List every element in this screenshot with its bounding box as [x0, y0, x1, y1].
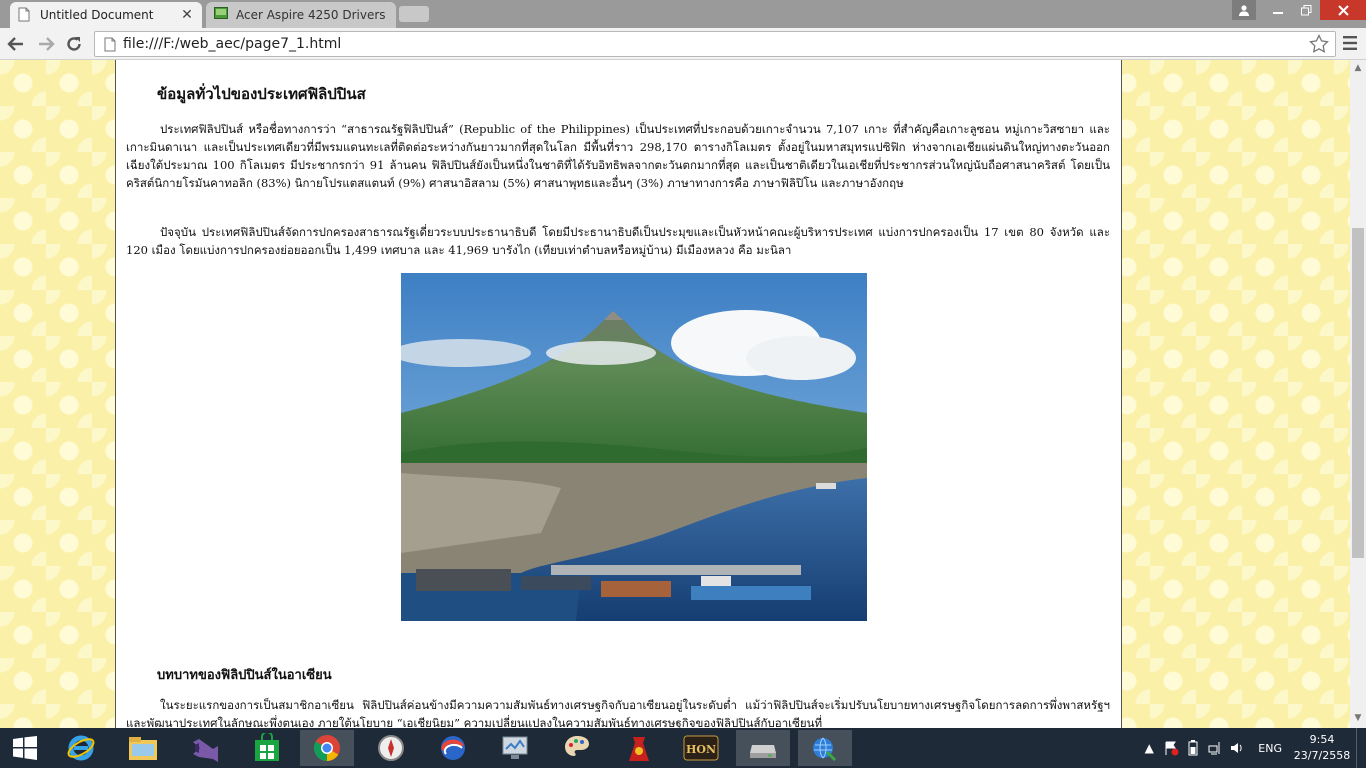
window-controls — [1232, 0, 1366, 22]
removable-drive-icon[interactable] — [736, 730, 790, 766]
bookmark-star-icon[interactable] — [1309, 34, 1329, 54]
monitor-app-icon[interactable] — [488, 730, 542, 766]
web-viewport: ข้อมูลทั่วไปของประเทศฟิลิปปินส ประเทศฟิล… — [0, 60, 1366, 728]
compass-app-icon[interactable] — [364, 730, 418, 766]
hon-game-icon[interactable]: HON — [674, 730, 728, 766]
power-icon[interactable] — [1182, 728, 1204, 768]
svg-text:HON: HON — [686, 743, 716, 756]
close-tab-icon[interactable]: ✕ — [180, 7, 194, 23]
network-app-icon[interactable] — [798, 730, 852, 766]
clock[interactable]: 9:54 23/7/2558 — [1292, 732, 1352, 764]
back-arrow-icon — [7, 37, 23, 51]
page-icon — [99, 34, 121, 54]
clock-time: 9:54 — [1309, 733, 1335, 746]
tab-acer-drivers[interactable]: Acer Aspire 4250 Drivers D — [206, 2, 396, 28]
clock-date: 23/7/2558 — [1293, 749, 1351, 762]
show-hidden-icons-icon[interactable]: ▲ — [1138, 728, 1160, 768]
reload-icon — [67, 37, 81, 51]
system-tray: ▲ ENG 9:54 23/7/2558 — [1138, 728, 1366, 768]
network-status-icon[interactable] — [1204, 728, 1226, 768]
tab-strip: Untitled Document ✕ Acer Aspire 4250 Dri… — [0, 0, 1366, 28]
store-icon[interactable] — [240, 730, 294, 766]
forward-button[interactable] — [34, 32, 58, 56]
page-content: ข้อมูลทั่วไปของประเทศฟิลิปปินส ประเทศฟิล… — [115, 60, 1122, 728]
new-tab-button[interactable] — [399, 6, 429, 22]
browser-toolbar: file:///F:/web_aec/page7_1.html — [0, 28, 1366, 60]
show-desktop-button[interactable] — [1356, 728, 1366, 768]
tab-title: Untitled Document — [40, 8, 154, 22]
address-text: file:///F:/web_aec/page7_1.html — [123, 36, 342, 52]
scrollbar-thumb[interactable] — [1352, 228, 1364, 558]
heading-general-info: ข้อมูลทั่วไปของประเทศฟิลิปปินส — [157, 85, 366, 103]
file-explorer-icon[interactable] — [116, 730, 170, 766]
paragraph-government: ปัจจุบัน ประเทศฟิลิปปินส์จัดการปกครองสาธ… — [126, 225, 1110, 257]
taskbar: HON ▲ ENG 9:54 23/7/2558 — [0, 728, 1366, 768]
heading-asean-role: บทบาทของฟิลิปปินส์ในอาเซียน — [157, 668, 332, 683]
back-button[interactable] — [4, 32, 28, 56]
paint-app-icon[interactable] — [550, 730, 604, 766]
scroll-up-arrow-icon[interactable]: ▲ — [1353, 64, 1363, 73]
tab-title: Acer Aspire 4250 Drivers D — [236, 8, 388, 22]
mayon-volcano-photo — [401, 273, 867, 621]
windows-logo-icon — [13, 736, 37, 760]
tab-untitled-document[interactable]: Untitled Document ✕ — [10, 2, 202, 28]
scroll-down-arrow-icon[interactable]: ▼ — [1353, 714, 1363, 723]
image-icon — [214, 7, 228, 23]
windows-start-button[interactable] — [0, 730, 50, 766]
address-bar[interactable]: file:///F:/web_aec/page7_1.html — [94, 31, 1336, 57]
minimize-button[interactable] — [1264, 0, 1292, 20]
red-app-icon[interactable] — [612, 730, 666, 766]
close-window-button[interactable] — [1320, 0, 1366, 20]
reload-button[interactable] — [62, 32, 86, 56]
chrome-icon[interactable] — [300, 730, 354, 766]
swirl-app-icon[interactable] — [426, 730, 480, 766]
action-center-flag-icon[interactable] — [1160, 728, 1182, 768]
volume-icon[interactable] — [1226, 728, 1248, 768]
forward-arrow-icon — [39, 37, 55, 51]
user-icon[interactable] — [1232, 0, 1256, 20]
restore-button[interactable] — [1292, 0, 1320, 20]
visual-studio-icon[interactable] — [178, 730, 232, 766]
paragraph-overview: ประเทศฟิลิปปินส์ หรือชื่อทางการว่า “สาธา… — [126, 122, 1110, 190]
internet-explorer-icon[interactable] — [54, 730, 108, 766]
vertical-scrollbar[interactable]: ▲ ▼ — [1350, 60, 1366, 728]
page-icon — [18, 7, 32, 23]
input-language[interactable]: ENG — [1258, 742, 1282, 755]
paragraph-asean-role: ในระยะแรกของการเป็นสมาชิกอาเซียน ฟิลิปปิ… — [126, 698, 1110, 728]
menu-icon[interactable] — [1342, 34, 1358, 52]
